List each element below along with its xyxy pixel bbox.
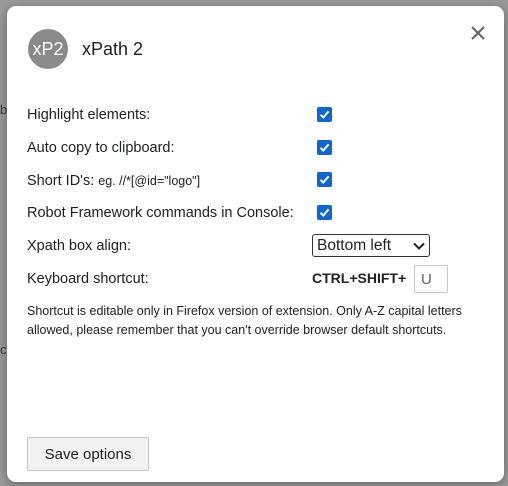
robot-framework-label: Robot Framework commands in Console: [27, 205, 294, 221]
shortcut-note: Shortcut is editable only in Firefox ver… [27, 304, 462, 337]
dialog-title: xPath 2 [82, 38, 144, 59]
xpath-align-select[interactable]: Bottom left [312, 234, 430, 257]
close-icon[interactable] [468, 23, 488, 43]
checkmark-icon [319, 143, 330, 152]
options-dialog: xP2 xPath 2 Highlight elements: Auto cop… [7, 6, 504, 482]
checkmark-icon [319, 175, 330, 184]
highlight-elements-label: Highlight elements: [27, 107, 151, 123]
checkmark-icon [319, 208, 330, 217]
xpath-align-label: Xpath box align: [27, 238, 131, 254]
xpath-align-selected: Bottom left [317, 236, 392, 254]
checkmark-icon [319, 110, 330, 119]
auto-copy-checkbox[interactable] [317, 140, 332, 155]
chevron-down-icon [413, 242, 425, 250]
extension-logo: xP2 [28, 29, 68, 69]
short-ids-example: eg. //*[@id="logo"] [98, 174, 201, 188]
highlight-elements-checkbox[interactable] [317, 107, 332, 122]
shortcut-modifiers: CTRL+SHIFT+ [312, 270, 407, 286]
auto-copy-label: Auto copy to clipboard: [27, 140, 175, 156]
short-ids-label: Short ID's: eg. //*[@id="logo"] [27, 173, 200, 189]
robot-framework-checkbox[interactable] [317, 205, 332, 220]
short-ids-checkbox[interactable] [317, 172, 332, 187]
dialog-header: xP2 xPath 2 [28, 29, 143, 69]
background-page-fragment: c [0, 342, 7, 357]
short-ids-label-text: Short ID's: [27, 173, 95, 189]
shortcut-key-input[interactable]: U [414, 265, 448, 293]
keyboard-shortcut-label: Keyboard shortcut: [27, 271, 149, 287]
save-options-button[interactable]: Save options [27, 437, 149, 471]
